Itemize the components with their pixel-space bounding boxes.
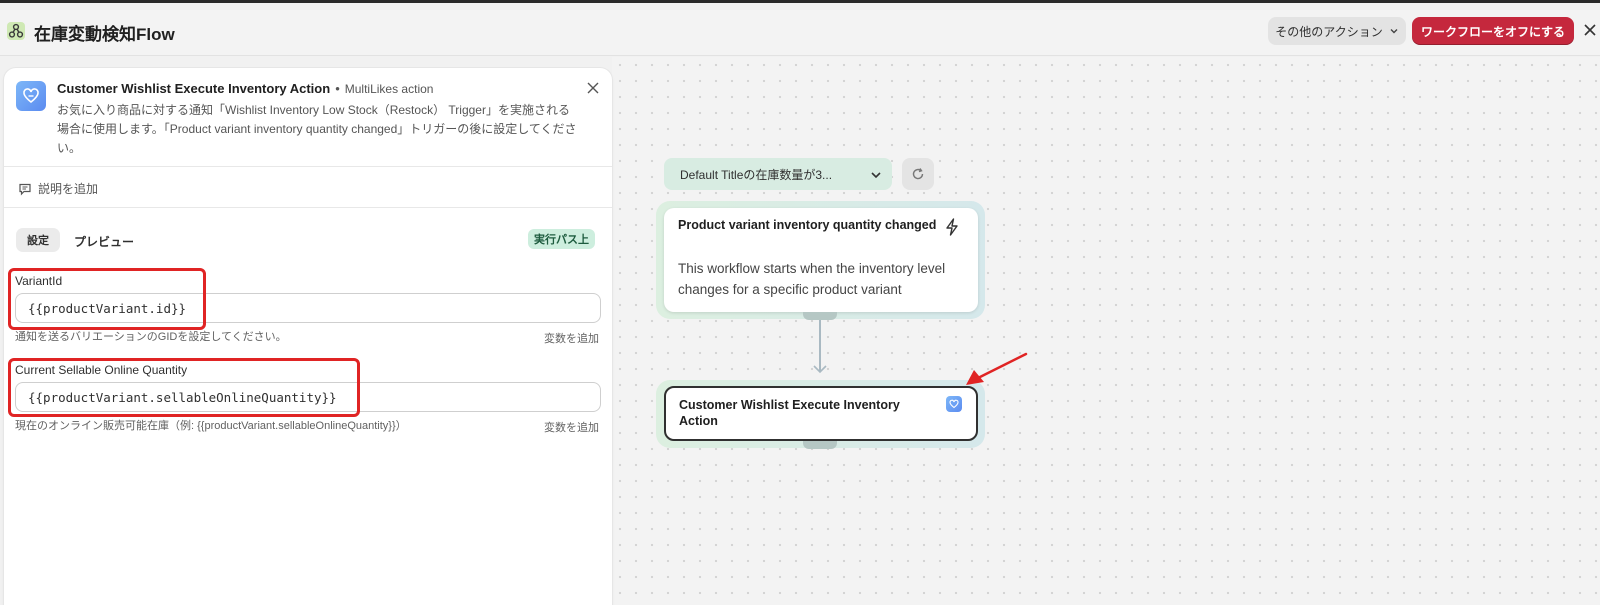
action-node[interactable]: Customer Wishlist Execute Inventory Acti… (664, 386, 978, 441)
divider (4, 166, 612, 167)
tab-settings[interactable]: 設定 (16, 228, 60, 252)
chevron-down-icon (1390, 29, 1398, 34)
more-actions-label: その他のアクション (1275, 24, 1383, 39)
refresh-icon (912, 168, 924, 180)
lightning-icon (946, 218, 958, 236)
multilikes-icon (16, 81, 46, 111)
close-icon[interactable] (586, 81, 600, 95)
trigger-node-description: This workflow starts when the inventory … (678, 261, 946, 297)
title-separator: • (335, 81, 340, 96)
workflow-canvas[interactable] (612, 57, 1600, 605)
variant-id-help: 通知を送るバリエーションのGIDを設定してください。 (15, 331, 287, 343)
chevron-down-icon (871, 172, 881, 179)
add-variable-link[interactable]: 変数を追加 (544, 419, 599, 435)
more-actions-button[interactable]: その他のアクション (1268, 17, 1406, 45)
action-name: Customer Wishlist Execute Inventory Acti… (57, 81, 331, 96)
highlight-box-sellable-quantity (8, 358, 360, 417)
turn-off-workflow-button[interactable]: ワークフローをオフにする (1412, 17, 1574, 45)
sellable-quantity-help: 現在のオンライン販売可能在庫（例: {{productVariant.sella… (15, 420, 407, 432)
tab-preview[interactable]: プレビュー (74, 233, 134, 250)
condition-path-dropdown[interactable]: Default Titleの在庫数量が3... (664, 158, 892, 190)
flow-app-icon (7, 22, 25, 40)
multilikes-icon (946, 396, 962, 412)
add-description-label: 説明を追加 (38, 182, 99, 196)
red-annotation-arrow (966, 352, 1028, 385)
highlight-box-variant-id (8, 268, 206, 330)
close-icon[interactable] (1583, 23, 1597, 37)
trigger-node-output-handle[interactable] (803, 312, 837, 320)
refresh-button[interactable] (902, 158, 934, 190)
action-node-title: Customer Wishlist Execute Inventory Acti… (679, 398, 900, 428)
trigger-node[interactable]: Product variant inventory quantity chang… (664, 208, 978, 312)
connector-arrowhead (813, 365, 827, 374)
action-source: MultiLikes action (344, 82, 434, 96)
add-description-button[interactable]: 説明を追加 (18, 180, 98, 197)
panel-title: Customer Wishlist Execute Inventory Acti… (57, 81, 433, 96)
divider (4, 207, 612, 208)
action-node-output-handle[interactable] (803, 441, 837, 449)
comment-icon (19, 183, 31, 195)
add-variable-link[interactable]: 変数を追加 (544, 330, 599, 346)
page-title: 在庫変動検知Flow (34, 25, 175, 44)
top-bar: 在庫変動検知Flow その他のアクション ワークフローをオフにする (0, 3, 1600, 56)
trigger-node-title: Product variant inventory quantity chang… (678, 218, 937, 232)
execution-path-badge: 実行パス上 (528, 229, 595, 249)
action-config-panel: Customer Wishlist Execute Inventory Acti… (4, 68, 612, 605)
condition-path-label: Default Titleの在庫数量が3... (680, 167, 833, 182)
action-description: お気に入り商品に対する通知「Wishlist Inventory Low Sto… (57, 103, 577, 155)
